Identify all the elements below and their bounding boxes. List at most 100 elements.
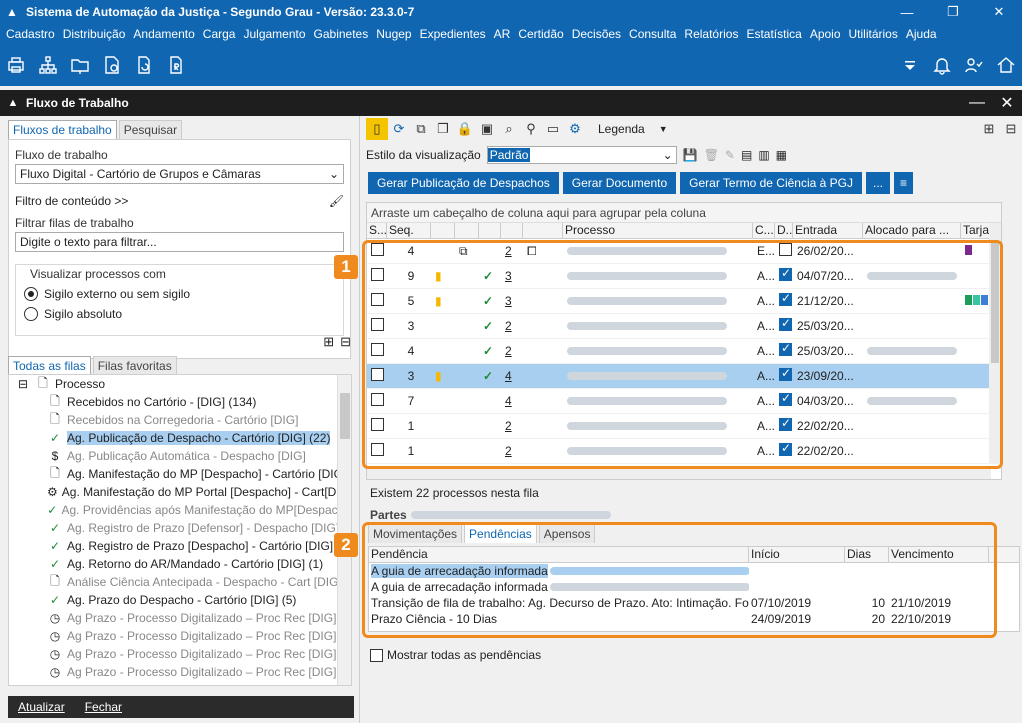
d-cell[interactable] bbox=[775, 393, 793, 409]
col-inicio[interactable]: Início bbox=[749, 547, 845, 562]
more-button[interactable]: ... bbox=[866, 172, 891, 194]
tree-item[interactable]: ✓ Ag. Registro de Prazo [Defensor] - Desp… bbox=[9, 519, 351, 537]
user-gear-icon[interactable]: ⚙ bbox=[564, 118, 586, 140]
col-vencimento[interactable]: Vencimento bbox=[889, 547, 989, 562]
tab-pesquisar[interactable]: Pesquisar bbox=[118, 120, 183, 139]
menu-item-14[interactable]: Apoio bbox=[806, 27, 845, 41]
home-icon[interactable] bbox=[990, 49, 1022, 81]
legenda-dropdown-icon[interactable]: ▼ bbox=[659, 124, 668, 134]
d-checkbox[interactable] bbox=[779, 443, 792, 456]
d-checkbox[interactable] bbox=[779, 368, 792, 381]
menu-item-10[interactable]: Decisões bbox=[568, 27, 625, 41]
d-checkbox[interactable] bbox=[779, 343, 792, 356]
row-checkbox[interactable] bbox=[371, 243, 384, 256]
tree-item[interactable]: 🗋 Análise Ciência Antecipada - Despacho -… bbox=[9, 573, 351, 591]
grid-col-header[interactable] bbox=[455, 223, 479, 238]
table-row[interactable]: 1 2 A... 22/02/20... bbox=[367, 439, 1001, 464]
duplicate-icon[interactable]: ❐ bbox=[432, 118, 454, 140]
mostrar-todas-checkbox[interactable]: Mostrar todas as pendências bbox=[370, 648, 541, 662]
d-cell[interactable] bbox=[775, 268, 793, 284]
tree-item[interactable]: ◷ Ag Prazo - Processo Digitalizado – Proc… bbox=[9, 627, 351, 645]
document-refresh-icon[interactable] bbox=[128, 49, 160, 81]
menu-item-15[interactable]: Utilitários bbox=[845, 27, 902, 41]
row-select-cell[interactable] bbox=[367, 268, 387, 284]
tab-pendencias[interactable]: Pendências bbox=[464, 524, 537, 543]
tree-item[interactable]: $ Ag. Publicação Automática - Despacho [D… bbox=[9, 447, 351, 465]
row-select-cell[interactable] bbox=[367, 418, 387, 434]
menu-item-5[interactable]: Gabinetes bbox=[310, 27, 373, 41]
d-checkbox[interactable] bbox=[779, 393, 792, 406]
col-pendencia[interactable]: Pendência bbox=[369, 547, 749, 562]
row-select-cell[interactable] bbox=[367, 243, 387, 259]
table-row[interactable]: 4 ✓ 2 A... 25/03/20... bbox=[367, 339, 1001, 364]
tree-item[interactable]: ✓ Ag. Providências após Manifestação do M… bbox=[9, 501, 351, 519]
restore-button[interactable]: ❐ bbox=[930, 0, 976, 24]
menu-item-13[interactable]: Estatística bbox=[742, 27, 805, 41]
d-cell[interactable] bbox=[775, 243, 793, 259]
tab-todas-filas[interactable]: Todas as filas bbox=[8, 356, 91, 375]
radio-sigilo-absoluto[interactable]: Sigilo absoluto bbox=[24, 307, 335, 321]
fechar-button[interactable]: Fechar bbox=[75, 700, 132, 714]
tree-item[interactable]: ✓ Ag. Publicação de Despacho - Cartório [… bbox=[9, 429, 351, 447]
report-icon[interactable]: ▥ bbox=[758, 148, 769, 162]
grid-col-header[interactable]: Processo bbox=[563, 223, 753, 238]
excel-icon[interactable]: ▤ bbox=[741, 148, 752, 162]
brush-icon[interactable]: 🖌 bbox=[329, 194, 344, 208]
filtro-conteudo-link[interactable]: Filtro de conteúdo >> bbox=[15, 194, 329, 208]
d-cell[interactable] bbox=[775, 318, 793, 334]
pend-row[interactable]: A guia de arrecadação informada bbox=[369, 579, 1019, 595]
folder-network-icon[interactable] bbox=[64, 49, 96, 81]
gerar-termo-button[interactable]: Gerar Termo de Ciência à PGJ bbox=[680, 172, 862, 194]
grid-col-header[interactable] bbox=[523, 223, 563, 238]
tree-item[interactable]: ✓ Ag. Registro de Prazo [Despacho] - Cart… bbox=[9, 537, 351, 555]
row-select-cell[interactable] bbox=[367, 393, 387, 409]
menu-item-4[interactable]: Julgamento bbox=[239, 27, 309, 41]
lock-icon[interactable]: 🔒 bbox=[454, 118, 476, 140]
menu-item-0[interactable]: Cadastro bbox=[2, 27, 59, 41]
collapse-icon[interactable]: — bbox=[962, 94, 992, 112]
minimize-button[interactable]: — bbox=[884, 0, 930, 24]
row-select-cell[interactable] bbox=[367, 368, 387, 384]
close-button[interactable]: ✕ bbox=[976, 0, 1022, 24]
grid-vscroll[interactable] bbox=[989, 223, 1001, 463]
row-checkbox[interactable] bbox=[371, 343, 384, 356]
grid-col-header[interactable]: Alocado para ... bbox=[863, 223, 961, 238]
row-checkbox[interactable] bbox=[371, 293, 384, 306]
num-cell[interactable]: 2 bbox=[501, 344, 523, 358]
row-select-cell[interactable] bbox=[367, 443, 387, 459]
tree-item[interactable]: 🗋 Recebidos no Cartório - [DIG] (134) bbox=[9, 393, 351, 411]
d-cell[interactable] bbox=[775, 293, 793, 309]
gerar-documento-button[interactable]: Gerar Documento bbox=[562, 172, 677, 194]
row-select-cell[interactable] bbox=[367, 343, 387, 359]
grid-col-header[interactable] bbox=[501, 223, 523, 238]
menu-item-8[interactable]: AR bbox=[490, 27, 515, 41]
row-checkbox[interactable] bbox=[371, 418, 384, 431]
tree-item[interactable]: ◷ Ag Prazo - Processo Digitalizado – Proc… bbox=[9, 645, 351, 663]
tree-collapse-icon[interactable]: ⊟ bbox=[340, 334, 351, 350]
collapse-all-icon[interactable]: ⊟ bbox=[1000, 118, 1022, 140]
grid-col-header[interactable] bbox=[431, 223, 455, 238]
tree-item[interactable]: ◷ Ag Prazo - Processo Digitalizado – Proc… bbox=[9, 609, 351, 627]
hierarchy-icon[interactable] bbox=[32, 49, 64, 81]
tree-item[interactable]: ✓ Ag. Retorno do AR/Mandado - Cartório [D… bbox=[9, 555, 351, 573]
num-cell[interactable]: 3 bbox=[501, 294, 523, 308]
printer-icon[interactable] bbox=[0, 49, 32, 81]
row-checkbox[interactable] bbox=[371, 318, 384, 331]
table-row[interactable]: 3 ✓ 2 A... 25/03/20... bbox=[367, 314, 1001, 339]
table-row[interactable]: 7 4 A... 04/03/20... bbox=[367, 389, 1001, 414]
grid-col-header[interactable]: C... bbox=[753, 223, 775, 238]
tree-item[interactable]: 🗋 Ag. Manifestação do MP [Despacho] - Car… bbox=[9, 465, 351, 483]
d-checkbox[interactable] bbox=[779, 268, 792, 281]
d-cell[interactable] bbox=[775, 418, 793, 434]
bookmark-cell[interactable]: ▮ bbox=[431, 369, 455, 383]
d-cell[interactable] bbox=[775, 343, 793, 359]
bookmark-icon[interactable]: ▮ bbox=[435, 269, 442, 283]
tree-item[interactable]: ⊟ 🗋 Processo bbox=[9, 375, 351, 393]
layout-icon[interactable]: ▦ bbox=[776, 148, 787, 162]
gerar-publicacao-button[interactable]: Gerar Publicação de Despachos bbox=[368, 172, 559, 194]
row-checkbox[interactable] bbox=[371, 393, 384, 406]
row-checkbox[interactable] bbox=[371, 268, 384, 281]
tree-item[interactable]: ✓ Ag. Prazo do Despacho - Cartório [DIG] … bbox=[9, 591, 351, 609]
tree-item[interactable]: ◷ Ag Prazo - Processo Digitalizado – Proc… bbox=[9, 663, 351, 681]
pend-row[interactable]: Transição de fila de trabalho: Ag. Decur… bbox=[369, 595, 1019, 611]
